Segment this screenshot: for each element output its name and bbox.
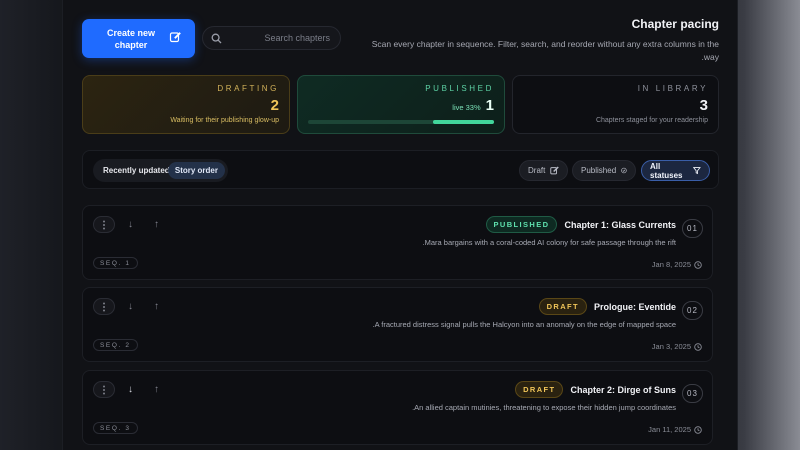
filter-bar: Recently updated Story order Draft Publi… xyxy=(82,150,719,189)
chapter-description: Mara bargains with a coral-coded AI colo… xyxy=(422,238,676,247)
search-placeholder: Search chapters xyxy=(264,33,330,43)
filter-draft-label: Draft xyxy=(528,166,546,175)
stat-published-value: 1 xyxy=(485,97,494,114)
stat-library-value: 3 xyxy=(699,97,708,114)
filter-published-label: Published xyxy=(581,166,617,175)
chapter-date: Jan 8, 2025 xyxy=(652,260,702,269)
clock-icon xyxy=(694,342,702,351)
stat-library-desc: Chapters staged for your readership xyxy=(595,117,708,124)
chapter-date-text: Jan 8, 2025 xyxy=(651,260,691,269)
stat-library: IN LIBRARY 3 Chapters staged for your re… xyxy=(512,75,719,134)
stat-drafting-value: 2 xyxy=(270,97,279,114)
main-panel: Create new chapter Search chapters Chapt… xyxy=(62,0,738,450)
chapter-title[interactable]: Chapter 1: Glass Currents xyxy=(564,220,676,230)
chapter-description: An allied captain mutinies, threatening … xyxy=(412,403,676,412)
chapter-title[interactable]: Chapter 2: Dirge of Suns xyxy=(570,385,676,395)
drag-handle-icon[interactable] xyxy=(93,216,115,233)
clock-icon xyxy=(694,425,702,434)
stat-drafting-label: DRAFTING xyxy=(217,84,279,93)
move-down-icon[interactable]: ↓ xyxy=(128,384,133,395)
stats-row: DRAFTING 2 Waiting for their publishing … xyxy=(82,75,719,134)
filter-all-statuses-button[interactable]: All statuses xyxy=(641,160,710,181)
move-up-icon[interactable]: ↑ xyxy=(154,301,159,312)
top-bar: Create new chapter Search chapters Chapt… xyxy=(82,17,719,62)
status-badge: PUBLISHED xyxy=(485,216,558,233)
create-chapter-label: Create new chapter xyxy=(106,27,156,50)
search-icon xyxy=(211,33,222,44)
edit-icon xyxy=(169,32,181,43)
filter-all-label: All statuses xyxy=(650,161,683,180)
chapter-title-row: DRAFT Chapter 2: Dirge of Suns xyxy=(515,381,676,398)
filter-draft-button[interactable]: Draft xyxy=(519,160,568,181)
page-subtitle: Scan every chapter in sequence. Filter, … xyxy=(371,39,719,62)
stat-drafting-desc: Waiting for their publishing glow-up xyxy=(170,117,279,124)
published-progress-bar xyxy=(308,120,494,124)
sequence-tag: SEQ. 1 xyxy=(93,257,138,269)
chapter-description: A fractured distress signal pulls the Ha… xyxy=(372,320,676,329)
edit-icon xyxy=(550,166,559,175)
page-title: Chapter pacing xyxy=(631,17,719,31)
chapter-card[interactable]: ↓ ↑ DRAFT Prologue: Eventide 02 A fractu… xyxy=(82,287,713,362)
chapter-card[interactable]: ↓ ↑ DRAFT Chapter 2: Dirge of Suns 03 An… xyxy=(82,370,713,445)
chapter-date: Jan 3, 2025 xyxy=(652,342,702,351)
sequence-tag: SEQ. 2 xyxy=(93,339,138,351)
move-up-icon[interactable]: ↑ xyxy=(154,384,159,395)
chapter-title-row: DRAFT Prologue: Eventide xyxy=(538,298,676,315)
create-chapter-button[interactable]: Create new chapter xyxy=(82,19,195,58)
sort-recently-updated[interactable]: Recently updated xyxy=(103,166,170,175)
sort-toggle: Recently updated Story order xyxy=(93,159,228,182)
sequence-tag: SEQ. 3 xyxy=(93,422,138,434)
stat-drafting: DRAFTING 2 Waiting for their publishing … xyxy=(82,75,290,134)
chapter-title[interactable]: Prologue: Eventide xyxy=(594,302,676,312)
chapter-date-text: Jan 3, 2025 xyxy=(651,342,691,351)
status-badge: DRAFT xyxy=(538,298,587,315)
search-input[interactable]: Search chapters xyxy=(202,26,341,50)
drag-handle-icon[interactable] xyxy=(93,381,115,398)
status-badge: DRAFT xyxy=(515,381,564,398)
stat-published-label: PUBLISHED xyxy=(425,84,494,93)
chapter-date: Jan 11, 2025 xyxy=(648,425,702,434)
chapter-card[interactable]: ↓ ↑ PUBLISHED Chapter 1: Glass Currents … xyxy=(82,205,713,280)
filter-icon xyxy=(693,167,701,175)
chapter-title-row: PUBLISHED Chapter 1: Glass Currents xyxy=(485,216,676,233)
page-header: Chapter pacing Scan every chapter in seq… xyxy=(359,17,719,64)
check-circle-icon xyxy=(621,167,627,174)
published-progress-fill xyxy=(432,120,494,124)
clock-icon xyxy=(694,260,702,269)
chapter-date-text: Jan 11, 2025 xyxy=(648,425,691,434)
chapter-number: 02 xyxy=(682,301,703,320)
stat-published-live: live 33% xyxy=(452,103,481,112)
stat-published-row: live 33% 1 xyxy=(308,97,494,114)
sort-story-order[interactable]: Story order xyxy=(167,162,225,179)
chapter-number: 01 xyxy=(682,219,703,238)
move-down-icon[interactable]: ↓ xyxy=(128,301,133,312)
stat-library-label: IN LIBRARY xyxy=(637,84,708,93)
drag-handle-icon[interactable] xyxy=(93,298,115,315)
filter-published-button[interactable]: Published xyxy=(572,160,636,181)
move-up-icon[interactable]: ↑ xyxy=(154,219,159,230)
chapter-number: 03 xyxy=(682,384,703,403)
stat-published: PUBLISHED live 33% 1 xyxy=(297,75,505,134)
move-down-icon[interactable]: ↓ xyxy=(128,219,133,230)
